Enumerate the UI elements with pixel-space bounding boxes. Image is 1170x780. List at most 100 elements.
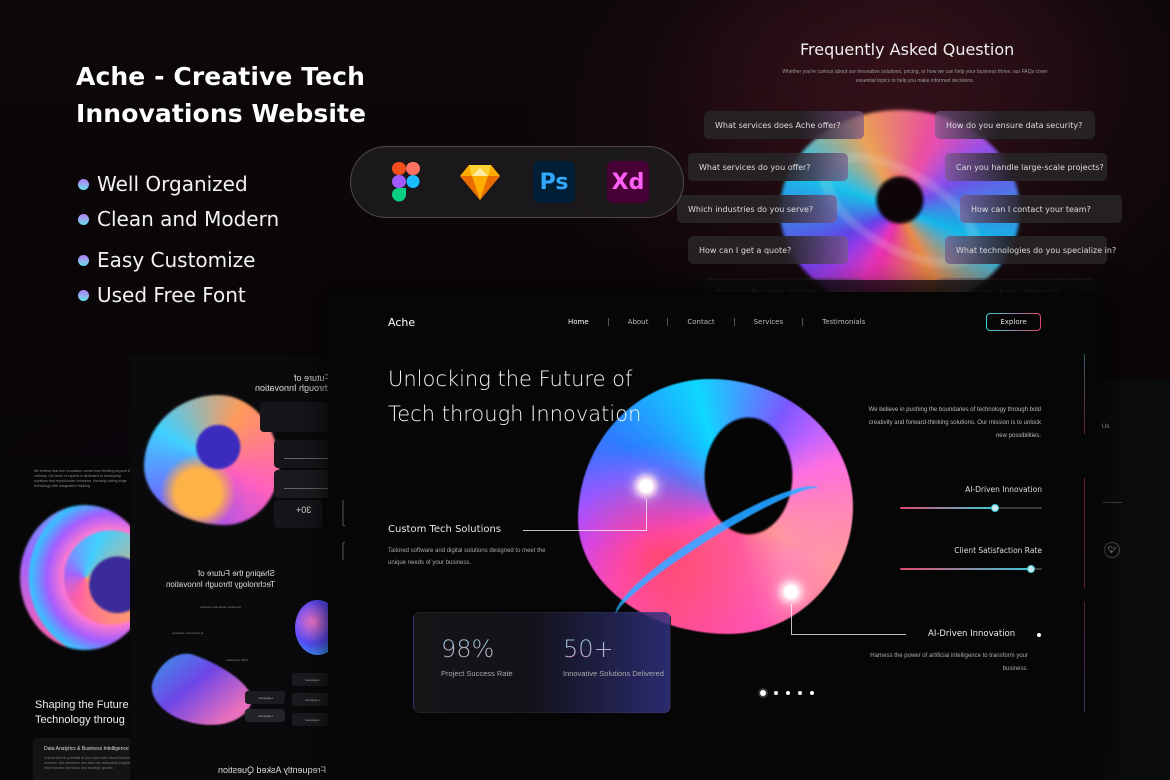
bullet-icon xyxy=(78,289,89,301)
nav-about[interactable]: About xyxy=(628,318,649,326)
service-card-desc: Unlock the full potential of your data w… xyxy=(44,756,141,770)
carousel-dot[interactable] xyxy=(786,691,790,695)
photoshop-icon: Ps xyxy=(533,161,575,203)
feature-label: Used Free Font xyxy=(97,283,246,307)
stat-value: 50+ xyxy=(563,635,673,663)
explore-button[interactable]: Explore xyxy=(986,313,1041,331)
progress-ai-driven: AI-Driven Innovation xyxy=(900,485,1042,512)
carousel-dot[interactable] xyxy=(798,691,802,695)
divider xyxy=(1102,502,1122,503)
scroll-indicator[interactable] xyxy=(1084,354,1085,434)
stat-label: Innovative Solutions Delivered xyxy=(563,669,664,678)
mockup-right-preview: Us xyxy=(1102,380,1170,780)
progress-fill xyxy=(900,568,1031,570)
adobe-xd-icon: Xd xyxy=(607,161,649,203)
stat-solutions-delivered: 50+ Innovative Solutions Delivered xyxy=(563,635,673,680)
bullet-icon xyxy=(78,178,89,190)
progress-label: AI-Driven Innovation xyxy=(965,485,1042,494)
carousel-dot[interactable] xyxy=(810,691,814,695)
twitter-icon[interactable]: 🐦︎ xyxy=(1104,542,1120,558)
faq-question[interactable]: How can I get a quote? xyxy=(688,236,848,264)
feature-item: Used Free Font xyxy=(78,281,279,309)
faq-title: Frequently Asked Question xyxy=(800,40,1015,59)
panel-notch-decoration xyxy=(342,500,345,560)
progress-track xyxy=(900,504,1042,512)
mock-intro-text: We believe that true innovation comes fr… xyxy=(34,469,133,488)
figma-icon xyxy=(385,161,427,203)
logo-chip: Logoipsum xyxy=(292,693,330,706)
nav-separator xyxy=(802,318,804,326)
mock-item: E-Commerce Solutions xyxy=(172,631,203,635)
service-card-title: Data Analytics & Business Intelligence xyxy=(44,746,129,752)
main-website-mockup: Ache Home About Contact Services Testimo… xyxy=(328,292,1102,780)
nav-services[interactable]: Services xyxy=(754,318,784,326)
progress-thumb[interactable] xyxy=(991,504,1000,512)
mockup-left-preview: We believe that true innovation comes fr… xyxy=(0,455,153,780)
faq-question[interactable]: What services does Ache offer? xyxy=(704,111,864,139)
mockup-mirrored-preview: Future of through Innovation 30+ Shaping… xyxy=(130,355,330,780)
carousel-dot[interactable] xyxy=(760,690,766,696)
bullet-icon xyxy=(78,213,89,225)
nav-separator xyxy=(607,318,609,326)
faq-question[interactable]: How can I contact your team? xyxy=(960,195,1122,223)
about-text: We believe in pushing the boundaries of … xyxy=(868,407,1041,439)
feature-item: Easy Customize xyxy=(78,246,279,274)
nav-home[interactable]: Home xyxy=(568,318,589,326)
mock-card xyxy=(260,402,330,432)
faq-question[interactable]: How do you ensure data security? xyxy=(935,111,1095,139)
mock-heading: Shaping the Future of Technology through… xyxy=(166,569,275,589)
nav-separator xyxy=(667,318,669,326)
promo-title: Ache - Creative Tech Innovations Website xyxy=(76,62,367,128)
logo-chip: Logoipsum xyxy=(292,673,330,686)
mock-stat-card: 30+ xyxy=(274,500,322,528)
callout-connector xyxy=(523,530,647,531)
progress-fill xyxy=(900,507,996,509)
faq-question[interactable]: What technologies do you specialize in? xyxy=(945,236,1116,264)
scroll-indicator[interactable] xyxy=(1084,602,1085,712)
mock-faq-heading: Frequently Asked Question xyxy=(218,765,327,775)
callout-connector xyxy=(646,499,647,531)
hotspot-custom-tech[interactable] xyxy=(632,472,660,500)
feature-label: Clean and Modern xyxy=(97,207,280,231)
stat-project-success: 98% Project Success Rate xyxy=(441,635,551,680)
feature-item: Well Organized xyxy=(78,170,279,198)
progress-client-satisfaction: Client Satisfaction Rate xyxy=(900,546,1042,573)
carousel-dot[interactable] xyxy=(774,691,778,695)
nav-contact[interactable]: Contact xyxy=(687,318,714,326)
mock-item: CMS Integration xyxy=(226,658,248,662)
mock-heading: Future of through Innovation xyxy=(255,373,330,393)
stats-card: 98% Project Success Rate 50+ Innovative … xyxy=(413,612,671,713)
mock-heading: Shaping the Future Technology throug xyxy=(35,699,129,726)
feature-label: Well Organized xyxy=(97,172,248,196)
scroll-indicator[interactable] xyxy=(1084,478,1085,588)
sketch-icon xyxy=(459,161,501,203)
hotspot-ai-driven[interactable] xyxy=(777,578,805,606)
mock-progress-card xyxy=(274,440,330,468)
faq-question[interactable]: Which industries do you serve? xyxy=(677,195,837,223)
logo[interactable]: Ache xyxy=(388,316,415,329)
ai-feature-description: Harness the power of artificial intellig… xyxy=(870,653,1028,672)
stat-label: Project Success Rate xyxy=(441,669,513,678)
bullet-icon xyxy=(1037,633,1041,637)
nav-testimonials[interactable]: Testimonials xyxy=(822,318,865,326)
main-nav: Home About Contact Services Testimonials xyxy=(568,318,865,326)
stat-value: 98% xyxy=(441,635,551,663)
bullet-icon xyxy=(78,254,89,266)
faq-question[interactable]: What services do you offer? xyxy=(688,153,848,181)
feature-item: Clean and Modern xyxy=(78,205,279,233)
3d-sphere-image xyxy=(295,600,330,655)
progress-track xyxy=(900,565,1042,573)
faq-question[interactable]: Can you handle large-scale projects? xyxy=(945,153,1107,181)
progress-thumb[interactable] xyxy=(1026,565,1035,573)
mock-item: Innovation starts with creativity xyxy=(200,605,241,609)
feature-label: Easy Customize xyxy=(97,248,256,272)
mock-text: Us xyxy=(1102,424,1110,430)
hero-title: Unlocking the Future of Tech through Inn… xyxy=(388,367,642,426)
callout-title: Custom Tech Solutions xyxy=(388,524,502,535)
logo-chip: Logoipsum xyxy=(292,713,330,726)
feature-list: Well Organized Clean and Modern Easy Cus… xyxy=(78,170,279,309)
callout-connector xyxy=(791,634,906,635)
callout-description: Tailored software and digital solutions … xyxy=(388,548,546,566)
callout-connector xyxy=(791,604,792,634)
ai-feature-title: AI-Driven Innovation xyxy=(928,629,1016,639)
